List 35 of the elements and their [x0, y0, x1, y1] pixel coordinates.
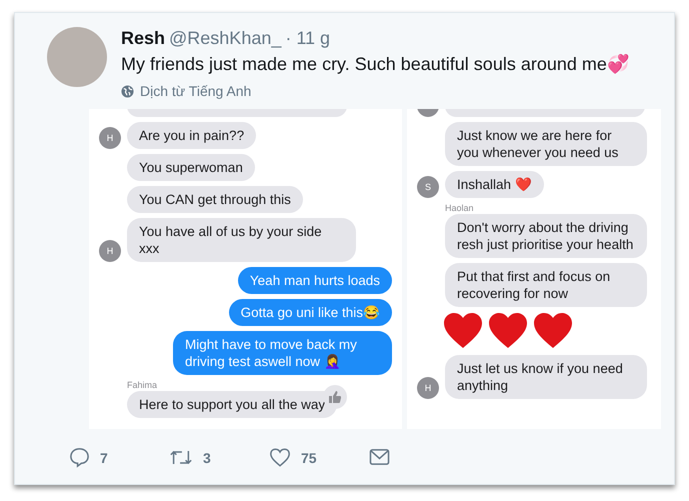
message-bubble: Might have to move back my driving test aswell now 🤦‍♀ [173, 331, 392, 375]
message-bubble: Don't worry about the driving resh just prioritise your health [445, 214, 647, 258]
message-bubble: Yeah man hurts loads [238, 267, 392, 294]
user-name[interactable]: Resh [121, 28, 166, 49]
message-bubble: Here to support you all the way [127, 391, 338, 418]
action-count: 3 [203, 450, 211, 466]
message-bubble: Are you in pain?? [127, 122, 256, 149]
heart-icon [488, 312, 528, 350]
tweet-time[interactable]: · 11 g [285, 28, 330, 49]
contact-avatar: H [417, 377, 439, 399]
contact-avatar: H [99, 127, 121, 149]
message-bubble: You superwoman [127, 154, 255, 181]
tweet-text: My friends just made me cry. Such beautiful souls around me💞 [121, 53, 630, 75]
message-bubble: Put that first and focus on recovering for now [445, 263, 647, 307]
action-count: 75 [301, 450, 317, 466]
reply-icon[interactable] [69, 447, 90, 468]
sender-name: Fahima [127, 380, 158, 390]
globe-icon [121, 84, 134, 98]
contact-avatar: H [99, 240, 121, 262]
heart-icon [443, 312, 483, 350]
user-handle[interactable]: @ReshKhan_ [169, 28, 282, 49]
message-bubble: Just let us know if you need anything [445, 355, 647, 399]
action-count: 7 [100, 450, 108, 466]
message-icon[interactable] [369, 448, 390, 467]
message-bubble: Gotta go uni like this😂 [228, 299, 392, 326]
message-bubble: You CAN get through this [127, 186, 303, 213]
like-icon[interactable] [269, 447, 291, 468]
message-bubble: Inshallah ❤ [445, 171, 544, 198]
chat-screenshot[interactable] [407, 109, 661, 429]
translate-link[interactable]: Dịch từ Tiếng Anh [121, 83, 252, 99]
message-bubble: Just know we are here for you whenever you need us [445, 122, 647, 166]
message-bubble: You have all of us by your side xxx [127, 218, 356, 262]
heart-icon [533, 312, 573, 350]
sender-name: Haolan [445, 203, 474, 213]
contact-avatar: S [417, 176, 439, 198]
